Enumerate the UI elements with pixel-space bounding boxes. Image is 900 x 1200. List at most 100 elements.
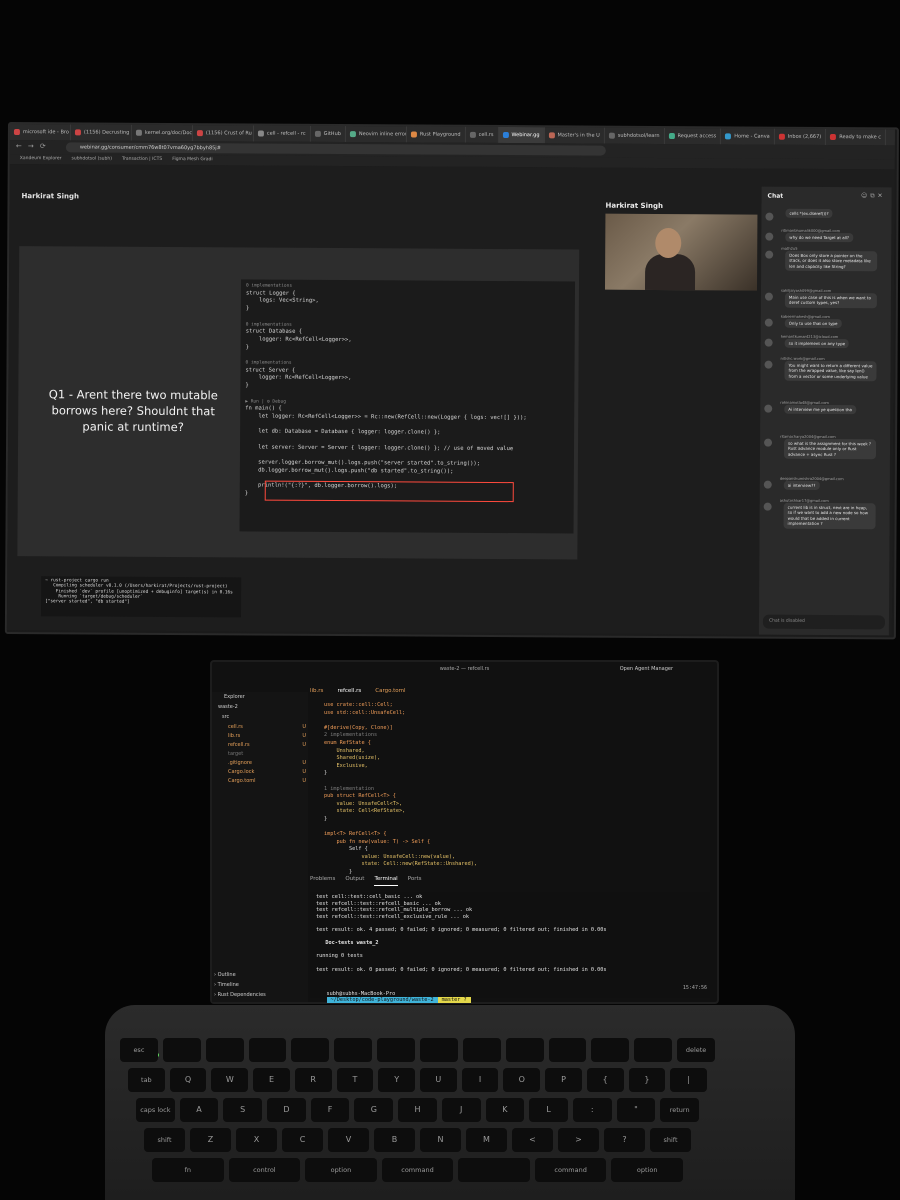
file-item[interactable]: cell.rs U [228, 724, 306, 730]
keyboard-key[interactable]: command [534, 1158, 607, 1182]
keyboard-key[interactable]: W [211, 1068, 249, 1092]
keyboard-key[interactable]: L [529, 1098, 568, 1122]
keyboard-key[interactable] [591, 1038, 630, 1062]
keyboard-key[interactable]: H [398, 1098, 437, 1122]
keyboard-key[interactable]: P [545, 1068, 582, 1092]
browser-tab[interactable]: (1156) Crust of Ru [192, 125, 254, 142]
chat-header-icons[interactable]: ☺⧉✕ [861, 192, 886, 200]
keyboard-key[interactable]: T [336, 1068, 374, 1092]
keyboard-key[interactable]: " [616, 1098, 656, 1122]
browser-tab[interactable]: Request access [664, 128, 722, 145]
browser-tab[interactable]: microsoft ide - Bro [9, 124, 71, 141]
panel-tab[interactable]: Output [345, 876, 364, 886]
keyboard-key[interactable]: R [294, 1068, 332, 1092]
keyboard-key[interactable]: G [354, 1098, 394, 1122]
keyboard-key[interactable]: F [310, 1098, 350, 1122]
browser-tab[interactable]: (1156) Decrusting [70, 124, 132, 141]
browser-tab[interactable]: Master's in the U [544, 127, 605, 144]
browser-tab[interactable]: kernel.org/doc/Doc [131, 124, 193, 142]
keyboard-key[interactable] [634, 1038, 673, 1062]
browser-tab[interactable]: Neovim inline error [345, 126, 407, 143]
keyboard-key[interactable]: A [179, 1098, 219, 1122]
src-folder[interactable]: src [222, 714, 229, 720]
reload-icon[interactable]: ⟳ [40, 142, 46, 150]
sidebar-section[interactable]: › Rust Dependencies [214, 992, 266, 998]
panel-tab[interactable]: Problems [310, 876, 335, 886]
file-item[interactable]: Cargo.toml U [228, 778, 306, 784]
keyboard-key[interactable]: Z [190, 1128, 231, 1152]
keyboard-key[interactable]: Y [378, 1068, 415, 1092]
panel-tab[interactable]: Terminal [374, 876, 398, 886]
project-folder[interactable]: waste-2 [218, 704, 238, 710]
browser-tab[interactable]: cell.rs [465, 126, 499, 143]
browser-tab[interactable]: GitHub [310, 125, 346, 143]
chat-input[interactable]: Chat is disabled [762, 614, 886, 630]
browser-tab[interactable]: Inbox (2,667) [774, 128, 827, 145]
editor-tab[interactable]: lib.rs [310, 688, 323, 698]
keyboard-key[interactable]: V [328, 1128, 369, 1152]
keyboard-key[interactable]: D [267, 1098, 306, 1122]
keyboard-key[interactable]: esc [120, 1038, 158, 1062]
keyboard-key[interactable]: tab [128, 1068, 165, 1092]
forward-icon[interactable]: → [28, 142, 34, 150]
keyboard-key[interactable] [162, 1038, 201, 1062]
keyboard-key[interactable]: M [466, 1128, 507, 1152]
keyboard-key[interactable]: S [223, 1098, 263, 1122]
keyboard-key[interactable]: shift [650, 1128, 691, 1152]
keyboard-key[interactable]: J [441, 1098, 481, 1122]
keyboard-key[interactable]: : [572, 1098, 612, 1122]
editor-tab[interactable]: Cargo.toml [375, 688, 405, 698]
browser-tab[interactable]: Home - Canva [721, 128, 775, 145]
browser-tab[interactable]: Webinar.gg [498, 126, 545, 144]
keyboard-key[interactable]: O [503, 1068, 541, 1092]
bookmark-item[interactable]: Transaction | ICTS [122, 155, 162, 165]
keyboard-key[interactable]: } [628, 1068, 666, 1092]
open-agent-manager-button[interactable]: Open Agent Manager [620, 666, 673, 672]
keyboard-key[interactable]: shift [144, 1128, 185, 1152]
file-item[interactable]: lib.rs U [228, 733, 306, 739]
keyboard-key[interactable] [334, 1038, 373, 1062]
keyboard-key[interactable]: E [253, 1068, 290, 1092]
keyboard-key[interactable] [548, 1038, 587, 1062]
keyboard-key[interactable]: N [420, 1128, 461, 1152]
panel-tab[interactable]: Ports [408, 876, 422, 886]
back-icon[interactable]: ← [16, 142, 22, 150]
browser-tab[interactable]: Ready to make c [826, 128, 887, 146]
emoji-icon[interactable]: ☺ [861, 192, 870, 199]
file-item[interactable]: target [228, 751, 306, 757]
keyboard-key[interactable]: delete [677, 1038, 715, 1062]
keyboard-key[interactable]: caps lock [136, 1098, 175, 1122]
browser-tab[interactable]: subhdotsol/learn [604, 127, 665, 145]
bookmark-item[interactable]: subhdotsol (subh) [71, 154, 112, 164]
keyboard-key[interactable] [462, 1038, 501, 1062]
integrated-terminal[interactable]: test cell::test::cell_basic ... ok test r… [310, 892, 710, 998]
code-editor[interactable]: use crate::cell::Cell; use std::cell::Uns… [310, 702, 710, 875]
keyboard-key[interactable]: X [236, 1128, 277, 1152]
popout-icon[interactable]: ⧉ [870, 192, 877, 199]
keyboard-key[interactable]: command [381, 1158, 454, 1182]
bookmark-item[interactable]: Xandeum Explorer [20, 154, 62, 164]
sidebar-section[interactable]: › Outline [214, 972, 236, 978]
file-item[interactable]: refcell.rs U [228, 742, 306, 748]
address-bar[interactable]: webinar.gg/consumer/cmm76w8t07vma60yg7bb… [65, 142, 606, 156]
keyboard-key[interactable]: < [512, 1128, 553, 1152]
file-item[interactable]: Cargo.lock U [228, 769, 306, 775]
keyboard-key[interactable]: Q [169, 1068, 207, 1092]
keyboard-key[interactable] [291, 1038, 330, 1062]
close-icon[interactable]: ✕ [878, 192, 886, 199]
keyboard-key[interactable]: K [485, 1098, 525, 1122]
keyboard-key[interactable]: option [611, 1158, 683, 1182]
keyboard-key[interactable] [377, 1038, 415, 1062]
keyboard-key[interactable] [505, 1038, 544, 1062]
keyboard-key[interactable] [248, 1038, 287, 1062]
browser-tab[interactable]: Rust Playground [406, 126, 466, 143]
keyboard-key[interactable]: return [660, 1098, 699, 1122]
keyboard-key[interactable] [458, 1158, 530, 1182]
keyboard-key[interactable]: option [305, 1158, 377, 1182]
keyboard-key[interactable] [205, 1038, 244, 1062]
keyboard-key[interactable]: { [586, 1068, 624, 1092]
keyboard-key[interactable]: | [670, 1068, 707, 1092]
sidebar-section[interactable]: › Timeline [214, 982, 239, 988]
keyboard-key[interactable]: B [374, 1128, 415, 1152]
keyboard-key[interactable]: U [420, 1068, 457, 1092]
